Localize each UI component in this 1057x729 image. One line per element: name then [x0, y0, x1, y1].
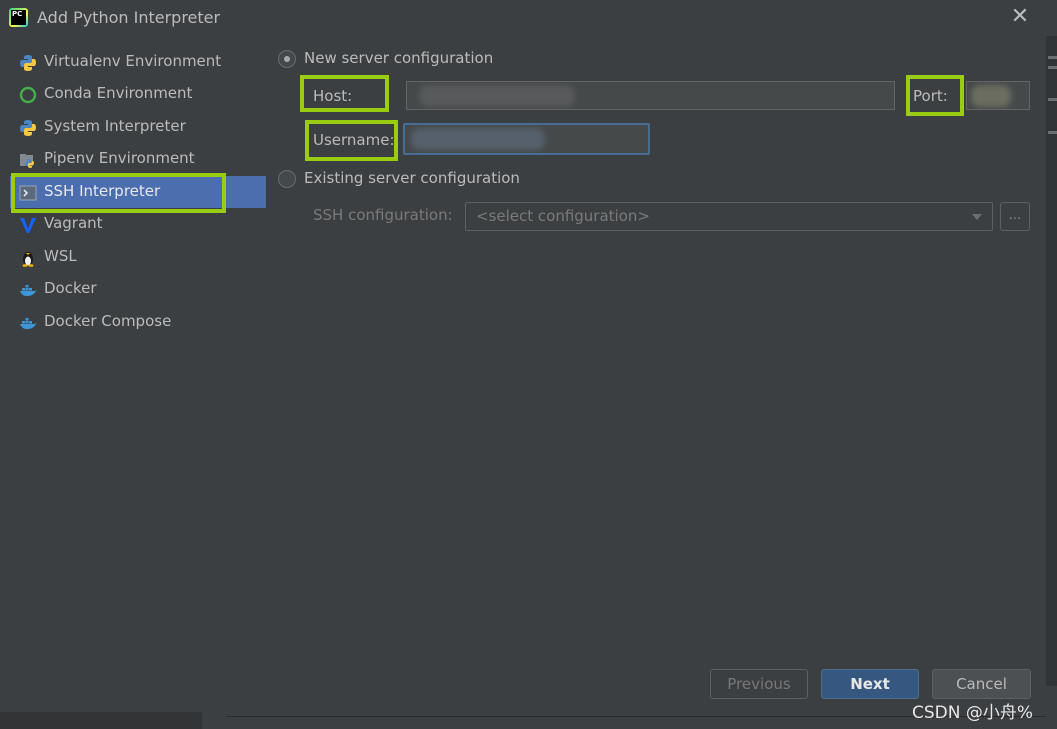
sidebar-item-vagrant[interactable]: Vagrant: [10, 208, 266, 240]
sidebar-item-docker-compose[interactable]: Docker Compose: [10, 306, 266, 338]
ssh-configuration-label: SSH configuration:: [313, 206, 453, 224]
next-button[interactable]: Next: [821, 669, 919, 699]
sidebar-item-conda[interactable]: Conda Environment: [10, 78, 266, 110]
docker-icon: [20, 318, 37, 330]
sidebar-item-system-interpreter[interactable]: System Interpreter: [10, 111, 266, 143]
python-icon: [20, 120, 36, 136]
sidebar-item-label: Conda Environment: [44, 84, 193, 102]
conda-icon: [19, 86, 37, 104]
sidebar-item-label: Pipenv Environment: [44, 149, 195, 167]
close-button[interactable]: ✕: [1008, 4, 1032, 30]
username-input[interactable]: [403, 123, 650, 155]
host-input[interactable]: [406, 81, 895, 110]
previous-button[interactable]: Previous: [710, 669, 808, 699]
background-window-edge: [0, 712, 202, 729]
new-server-radio-label: New server configuration: [304, 49, 494, 67]
sidebar-item-label: Vagrant: [44, 214, 103, 232]
ssh-configuration-select[interactable]: <select configuration>: [465, 202, 993, 231]
background-window-edge: [1046, 36, 1057, 686]
sidebar-item-virtualenv[interactable]: Virtualenv Environment: [10, 46, 266, 78]
existing-server-radio-label: Existing server configuration: [304, 169, 520, 187]
host-highlight-box: [300, 75, 389, 112]
username-highlight-box: [305, 120, 398, 161]
watermark: CSDN @小舟%: [912, 703, 1034, 723]
browse-button[interactable]: ...: [1000, 202, 1030, 231]
redacted-value: [419, 85, 575, 107]
title-bar: PC Add Python Interpreter ✕: [0, 0, 1057, 36]
sidebar-item-label: Virtualenv Environment: [44, 52, 222, 70]
linux-tux-icon: [22, 252, 34, 267]
chevron-down-icon: [972, 214, 982, 220]
sidebar-item-wsl[interactable]: WSL: [10, 241, 266, 273]
vagrant-icon: [20, 218, 36, 233]
cancel-button[interactable]: Cancel: [932, 669, 1031, 699]
ssh-interpreter-highlight-box: [11, 173, 226, 213]
redacted-value: [971, 85, 1011, 107]
port-input[interactable]: [966, 81, 1030, 110]
new-server-radio[interactable]: [278, 50, 296, 68]
python-icon: [20, 55, 36, 71]
pipenv-icon: [20, 154, 34, 168]
redacted-value: [411, 128, 545, 150]
sidebar-item-pipenv[interactable]: Pipenv Environment: [10, 143, 266, 175]
dialog-title: Add Python Interpreter: [37, 8, 221, 27]
sidebar-item-label: Docker Compose: [44, 312, 172, 330]
ssh-configuration-placeholder: <select configuration>: [476, 207, 650, 225]
sidebar-item-label: System Interpreter: [44, 117, 186, 135]
sidebar-item-label: Docker: [44, 279, 97, 297]
pycharm-logo-icon: PC: [9, 8, 28, 27]
existing-server-radio[interactable]: [278, 170, 296, 188]
sidebar-item-label: WSL: [44, 247, 77, 265]
docker-icon: [20, 285, 37, 297]
port-highlight-box: [906, 75, 964, 116]
sidebar-item-docker[interactable]: Docker: [10, 273, 266, 305]
